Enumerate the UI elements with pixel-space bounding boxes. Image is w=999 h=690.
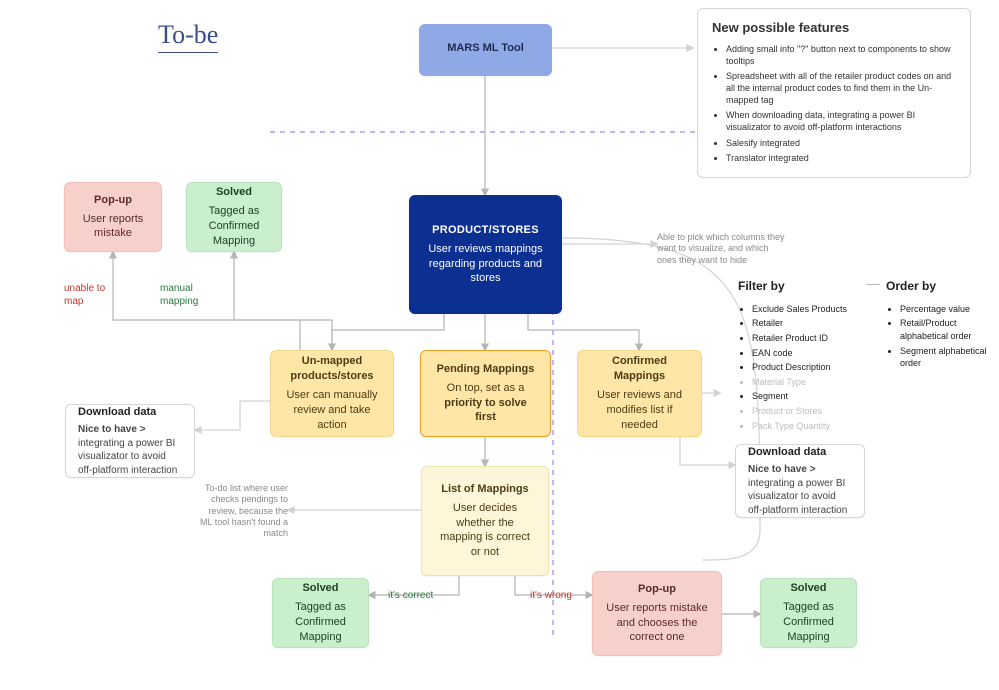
order-item: Retail/Product alphabetical order: [900, 317, 991, 342]
node-dl-l-title: Download data: [78, 405, 156, 420]
node-solved-bl-desc: Tagged as Confirmed Mapping: [285, 600, 356, 645]
page-title: To-be: [158, 20, 218, 53]
order-by: Order by Percentage valueRetail/Product …: [886, 278, 991, 372]
node-unmapped: Un-mapped products/stores User can manua…: [270, 350, 394, 437]
features-panel: New possible features Adding small info …: [697, 8, 971, 178]
node-popup-right: Pop-up User reports mistake and chooses …: [592, 571, 722, 656]
node-confirmed-title: Confirmed Mappings: [590, 354, 689, 384]
node-product-desc: User reviews mappings regarding products…: [421, 242, 550, 287]
node-confirmed-desc: User reviews and modifies list if needed: [590, 388, 689, 433]
node-product-title: PRODUCT/STORES: [432, 223, 539, 238]
node-pending: Pending Mappings On top, set as a priori…: [420, 350, 551, 437]
filter-item: Retailer Product ID: [752, 332, 863, 345]
node-confirmed: Confirmed Mappings User reviews and modi…: [577, 350, 702, 437]
filter-by: Filter by Exclude Sales ProductsRetailer…: [738, 278, 863, 434]
filter-list: Exclude Sales ProductsRetailer Retailer P…: [738, 303, 863, 432]
features-item: Translator integrated: [726, 152, 956, 164]
order-list: Percentage valueRetail/Product alphabeti…: [886, 303, 991, 370]
annot-columns: Able to pick which columns they want to …: [657, 232, 787, 266]
node-solved-bottom-left: Solved Tagged as Confirmed Mapping: [272, 578, 369, 648]
node-list-of-mappings: List of Mappings User decides whether th…: [421, 466, 549, 576]
filter-item: EAN code: [752, 347, 863, 360]
node-popup-left: Pop-up User reports mistake: [64, 182, 162, 252]
edge-label-wrong: it's wrong: [530, 590, 572, 601]
node-list-desc: User decides whether the mapping is corr…: [434, 501, 536, 560]
features-item: Spreadsheet with all of the retailer pro…: [726, 70, 956, 106]
features-list: Adding small info "?" button next to com…: [712, 43, 956, 164]
order-item: Percentage value: [900, 303, 991, 316]
node-solved-tl-desc: Tagged as Confirmed Mapping: [199, 204, 269, 249]
node-list-title: List of Mappings: [441, 482, 528, 497]
node-unmapped-desc: User can manually review and take action: [283, 388, 381, 433]
node-solved-tl-title: Solved: [216, 185, 252, 200]
filter-item: Pack Type Quantity: [752, 420, 863, 433]
node-download-left: Download data Nice to have > integrating…: [65, 404, 195, 478]
filter-item: Retailer: [752, 317, 863, 330]
features-item: When downloading data, integrating a pow…: [726, 109, 956, 133]
filter-item: Material Type: [752, 376, 863, 389]
filter-item: Exclude Sales Products: [752, 303, 863, 316]
filter-item: Product Description: [752, 361, 863, 374]
features-item: Salesify integrated: [726, 137, 956, 149]
node-popup-left-title: Pop-up: [94, 193, 132, 208]
order-title: Order by: [886, 278, 991, 295]
filter-item: Segment: [752, 390, 863, 403]
node-solved-top-left: Solved Tagged as Confirmed Mapping: [186, 182, 282, 252]
node-solved-br-desc: Tagged as Confirmed Mapping: [773, 600, 844, 645]
node-pending-desc: On top, set as a priority to solve first: [433, 381, 538, 426]
node-dl-r-desc: Nice to have > integrating a power BI vi…: [748, 463, 852, 517]
annot-todo: To-do list where user checks pendings to…: [195, 483, 288, 539]
node-unmapped-title: Un-mapped products/stores: [283, 354, 381, 384]
edge-label-manual: manual mapping: [160, 282, 216, 308]
filter-item: Product or Stores: [752, 405, 863, 418]
node-dl-r-title: Download data: [748, 445, 826, 460]
filter-order-separator: [866, 284, 880, 285]
node-download-right: Download data Nice to have > integrating…: [735, 444, 865, 518]
node-product-stores: PRODUCT/STORES User reviews mappings reg…: [409, 195, 562, 314]
node-solved-br-title: Solved: [790, 581, 826, 596]
node-popup-r-desc: User reports mistake and chooses the cor…: [605, 601, 709, 646]
node-pending-title: Pending Mappings: [437, 362, 535, 377]
diagram-canvas: To-be: [0, 0, 999, 690]
node-solved-bl-title: Solved: [302, 581, 338, 596]
node-mars-title: MARS ML Tool: [447, 41, 524, 56]
node-solved-bottom-right: Solved Tagged as Confirmed Mapping: [760, 578, 857, 648]
filter-title: Filter by: [738, 278, 863, 295]
features-item: Adding small info "?" button next to com…: [726, 43, 956, 67]
order-item: Segment alphabetical order: [900, 345, 991, 370]
features-title: New possible features: [712, 19, 956, 37]
edge-label-correct: it's correct: [388, 590, 433, 601]
node-popup-r-title: Pop-up: [638, 582, 676, 597]
edge-label-unable: unable to map: [64, 282, 120, 308]
node-dl-l-desc: Nice to have > integrating a power BI vi…: [78, 423, 182, 477]
node-mars: MARS ML Tool: [419, 24, 552, 76]
node-popup-left-desc: User reports mistake: [77, 212, 149, 242]
